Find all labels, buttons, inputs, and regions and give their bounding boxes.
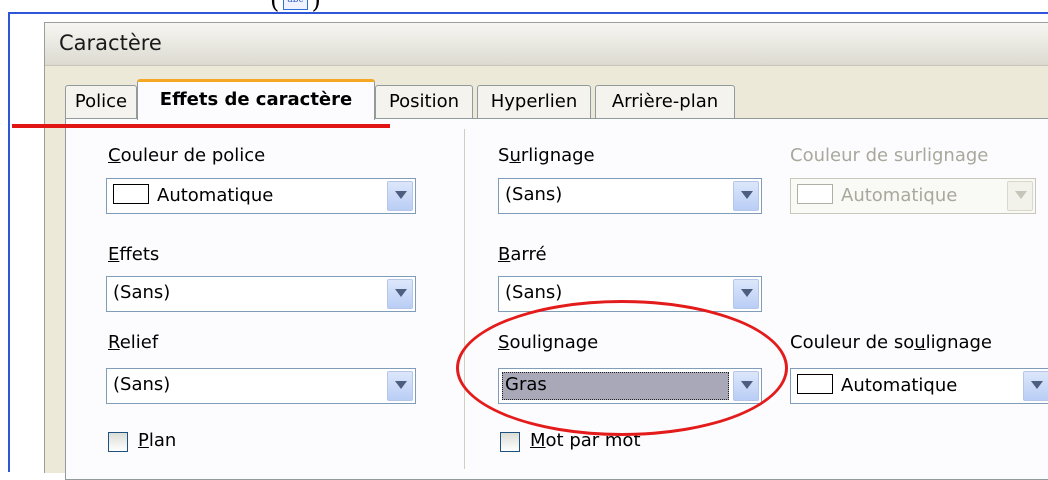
highlight-color-value: Automatique: [841, 185, 958, 206]
strikethrough-dropdown-button[interactable]: [733, 279, 759, 309]
strikethrough-label: Barré: [498, 244, 547, 265]
annotation-underline: [12, 124, 390, 128]
chevron-down-icon: [1015, 191, 1027, 199]
effects-select[interactable]: (Sans): [106, 276, 416, 312]
toolbar-icon: abc: [283, 0, 308, 10]
underline-color-select[interactable]: Automatique: [790, 368, 1048, 404]
underline-select[interactable]: Gras: [498, 368, 762, 404]
font-color-select[interactable]: Automatique: [106, 178, 416, 214]
tab-hyperlien[interactable]: Hyperlien: [477, 85, 591, 118]
effects-value: (Sans): [113, 282, 171, 303]
highlight-color-dropdown-button: [1007, 181, 1033, 211]
highlight-color-swatch: [797, 184, 833, 204]
chevron-down-icon: [395, 289, 407, 297]
strikethrough-select[interactable]: (Sans): [498, 276, 762, 312]
outline-label: Plan: [138, 430, 177, 451]
window-title: Caractère: [59, 31, 162, 55]
highlight-dropdown-button[interactable]: [733, 181, 759, 211]
titlebar: Caractère: [45, 23, 1048, 66]
highlight-label: Surlignage: [498, 145, 595, 166]
word-by-word-label: Mot par mot: [530, 430, 641, 451]
chevron-down-icon: [741, 381, 753, 389]
tab-position[interactable]: Position: [375, 85, 473, 118]
chevron-down-icon: [395, 191, 407, 199]
highlight-value: (Sans): [505, 184, 563, 205]
chevron-down-icon: [395, 381, 407, 389]
relief-value: (Sans): [113, 374, 171, 395]
chevron-down-icon: [1031, 381, 1043, 389]
effects-dropdown-button[interactable]: [387, 279, 413, 309]
underline-value: Gras: [505, 374, 547, 395]
chevron-down-icon: [741, 191, 753, 199]
relief-label: Relief: [108, 332, 159, 353]
underline-color-label: Couleur de soulignage: [790, 332, 993, 353]
word-by-word-checkbox[interactable]: [500, 432, 520, 452]
tab-police[interactable]: Police: [65, 85, 137, 118]
tab-effets-de-caractere[interactable]: Effets de caractère: [137, 79, 375, 120]
effects-panel: Couleur de police Automatique Effets (Sa…: [65, 118, 1048, 480]
font-color-label: Couleur de police: [108, 145, 266, 166]
underline-label: Soulignage: [498, 332, 599, 353]
column-separator: [464, 129, 465, 469]
highlight-select[interactable]: (Sans): [498, 178, 762, 214]
chevron-down-icon: [741, 289, 753, 297]
font-color-value: Automatique: [157, 185, 274, 206]
underline-dropdown-button[interactable]: [733, 371, 759, 401]
underline-color-value: Automatique: [841, 375, 958, 396]
font-color-swatch: [113, 184, 149, 204]
font-color-label-text: ouleur de police: [120, 145, 266, 166]
highlight-color-label: Couleur de surlignage: [790, 145, 989, 166]
character-dialog: Caractère Police Effets de caractère Pos…: [44, 22, 1048, 480]
strikethrough-value: (Sans): [505, 282, 563, 303]
relief-select[interactable]: (Sans): [106, 368, 416, 404]
relief-dropdown-button[interactable]: [387, 371, 413, 401]
underline-color-swatch: [797, 374, 833, 394]
font-color-dropdown-button[interactable]: [387, 181, 413, 211]
tab-arriere-plan[interactable]: Arrière-plan: [595, 85, 735, 118]
outline-checkbox[interactable]: [108, 432, 128, 452]
underline-color-dropdown-button[interactable]: [1023, 371, 1048, 401]
highlight-color-select: Automatique: [790, 178, 1036, 214]
effects-label: Effets: [108, 244, 160, 265]
